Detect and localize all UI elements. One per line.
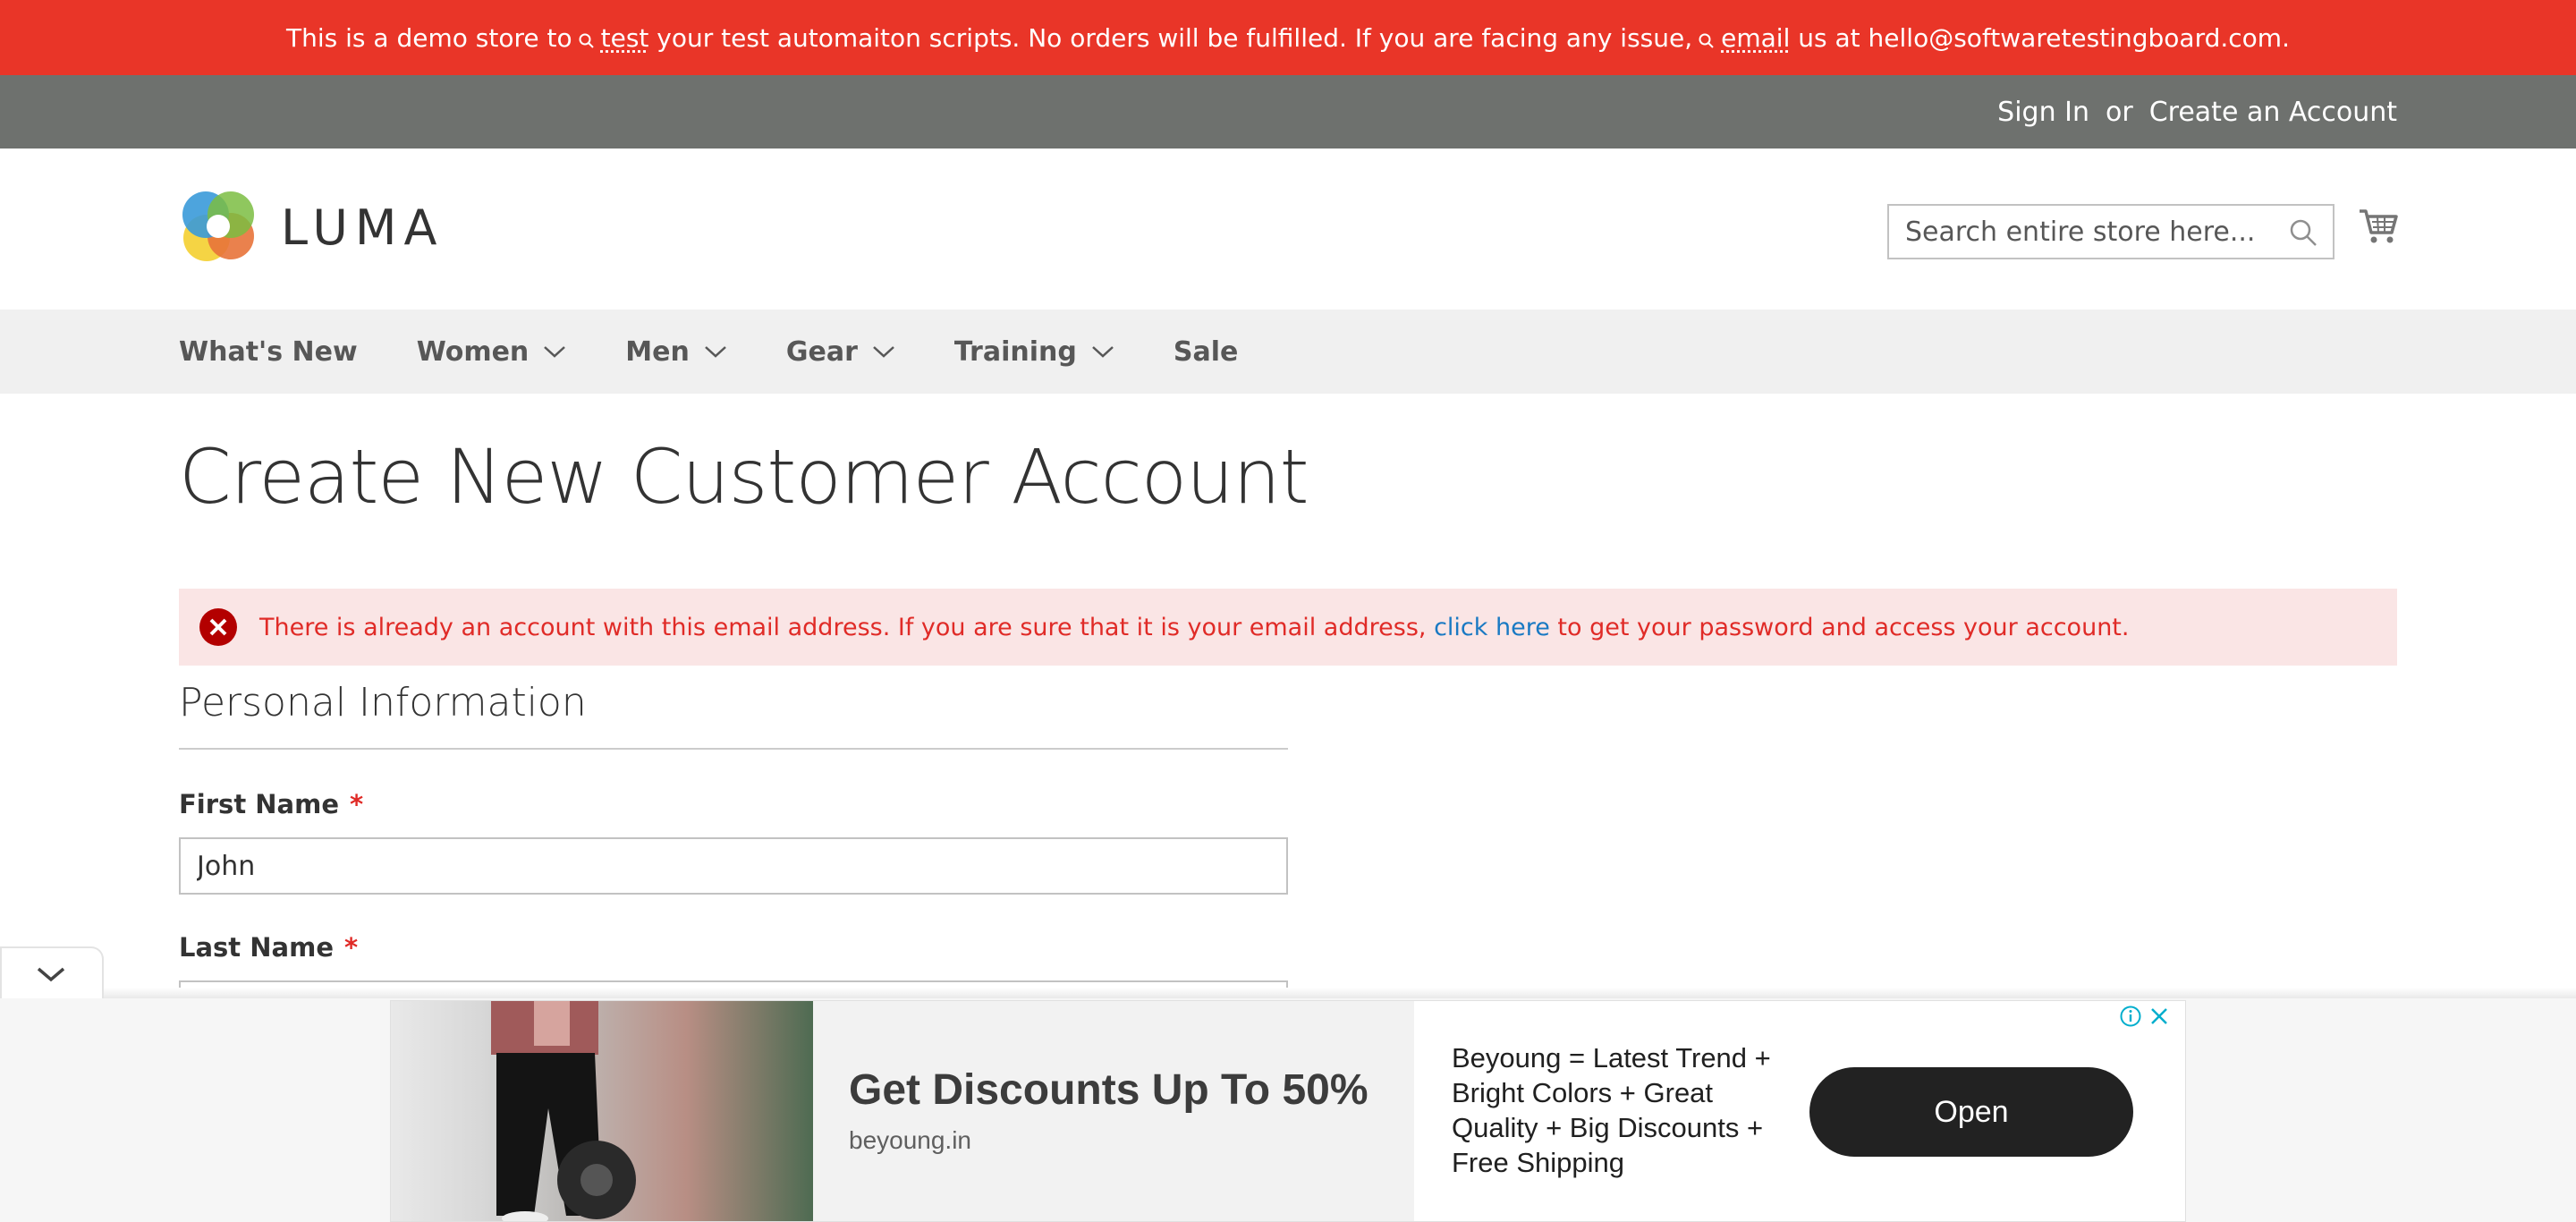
demo-notice-keyword-email[interactable]: email	[1721, 23, 1790, 53]
search-icon	[578, 27, 599, 48]
click-here-link[interactable]: click here	[1434, 614, 1550, 641]
error-icon	[199, 608, 237, 646]
header-links-separator: or	[2106, 96, 2133, 128]
first-name-field	[179, 837, 1288, 895]
nav-item-training[interactable]: Training	[954, 336, 1114, 368]
first-name-label: First Name *	[179, 789, 363, 819]
demo-notice-text-2: your test automaiton scripts. No orders …	[657, 22, 1693, 53]
first-name-input[interactable]	[181, 839, 1286, 893]
section-title: Personal Information	[179, 680, 587, 726]
error-message-text-after: to get your password and access your acc…	[1557, 613, 2130, 641]
demo-notice-text-3: us at hello@softwaretestingboard.com.	[1798, 22, 2290, 53]
error-message-text-before: There is already an account with this em…	[259, 613, 1427, 641]
personal-information-legend: Personal Information	[179, 680, 1288, 750]
header-links: Sign In or Create an Account	[1997, 75, 2397, 149]
nav-item-label: Sale	[1173, 335, 1239, 368]
create-account-link[interactable]: Create an Account	[2149, 97, 2397, 128]
chevron-down-icon	[705, 346, 726, 358]
search-input[interactable]	[1889, 206, 2265, 258]
search-button[interactable]	[2288, 217, 2318, 248]
nav-items: What's New Women Men Gear Training Sale	[179, 310, 1297, 394]
chevron-down-icon	[37, 967, 65, 982]
logo-text: LUMA	[281, 199, 445, 256]
first-name-label-text: First Name	[179, 789, 339, 819]
error-message: There is already an account with this em…	[179, 589, 2397, 666]
last-name-label: Last Name *	[179, 932, 358, 963]
search-icon	[2290, 219, 2317, 246]
chevron-down-icon	[1092, 346, 1114, 358]
minicart-button[interactable]	[2358, 206, 2399, 247]
nav-item-sale[interactable]: Sale	[1174, 336, 1238, 368]
page-title: Create New Customer Account	[179, 433, 1309, 521]
ad-open-button[interactable]: Open	[1809, 1067, 2133, 1157]
info-icon[interactable]	[2119, 1005, 2142, 1028]
ad-unit[interactable]: Get Discounts Up To 50% beyoung.in Beyou…	[390, 1000, 2186, 1222]
ad-product-image	[491, 1001, 636, 1221]
required-marker: *	[350, 789, 364, 819]
nav-item-label: Gear	[785, 335, 858, 368]
ad-body[interactable]: Get Discounts Up To 50% beyoung.in	[813, 1001, 1414, 1221]
search-box	[1887, 204, 2334, 259]
ad-domain[interactable]: beyoung.in	[849, 1126, 971, 1155]
main-navigation: What's New Women Men Gear Training Sale	[0, 310, 2576, 394]
cart-icon	[2360, 209, 2398, 243]
nav-item-label: What's New	[179, 335, 358, 368]
chevron-down-icon	[544, 346, 566, 358]
chevron-down-icon	[873, 346, 894, 358]
demo-notice-banner: This is a demo store to test your test a…	[0, 0, 2576, 75]
close-icon[interactable]	[2148, 1005, 2171, 1028]
luma-logo-icon	[182, 191, 254, 261]
nav-item-women[interactable]: Women	[417, 336, 567, 368]
last-name-label-text: Last Name	[179, 932, 334, 963]
top-panel: Sign In or Create an Account	[0, 75, 2576, 149]
demo-notice-text-1: This is a demo store to	[286, 22, 572, 53]
ad-collapse-button[interactable]	[0, 946, 104, 998]
nav-item-label: Women	[416, 335, 530, 368]
nav-item-what-s-new[interactable]: What's New	[179, 336, 358, 368]
search-icon	[1698, 27, 1719, 48]
sign-in-link[interactable]: Sign In	[1997, 97, 2089, 128]
required-marker: *	[344, 932, 359, 963]
ad-description[interactable]: Beyoung = Latest Trend + Bright Colors +…	[1452, 1040, 1792, 1180]
ad-image[interactable]	[391, 1001, 813, 1221]
demo-notice-keyword-test[interactable]: test	[601, 23, 649, 53]
nav-item-gear[interactable]: Gear	[786, 336, 895, 368]
nav-item-label: Men	[625, 335, 690, 368]
ad-headline[interactable]: Get Discounts Up To 50%	[849, 1065, 1368, 1115]
ad-choices	[2114, 1005, 2171, 1028]
nav-item-men[interactable]: Men	[625, 336, 727, 368]
nav-item-label: Training	[953, 335, 1077, 368]
logo[interactable]: LUMA	[179, 186, 444, 268]
